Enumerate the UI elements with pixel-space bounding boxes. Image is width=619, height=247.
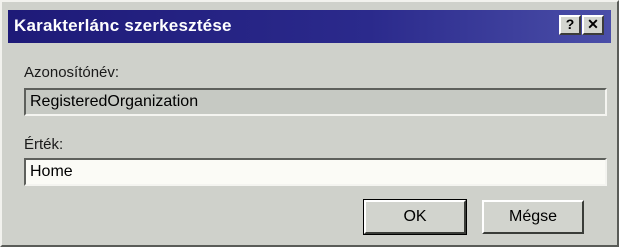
title-bar[interactable]: Karakterlánc szerkesztése ? ✕ [8,10,611,43]
name-field: RegisteredOrganization [24,88,607,116]
help-button[interactable]: ? [559,15,581,35]
close-icon[interactable]: ✕ [582,15,604,35]
edit-string-dialog: Karakterlánc szerkesztése ? ✕ Azonosítón… [0,0,619,247]
value-label: Érték: [24,136,64,153]
value-field[interactable] [24,158,607,186]
name-label: Azonosítónév: [24,64,120,81]
cancel-button[interactable]: Mégse [482,200,584,234]
ok-button[interactable]: OK [363,199,467,235]
dialog-title: Karakterlánc szerkesztése [14,16,232,35]
